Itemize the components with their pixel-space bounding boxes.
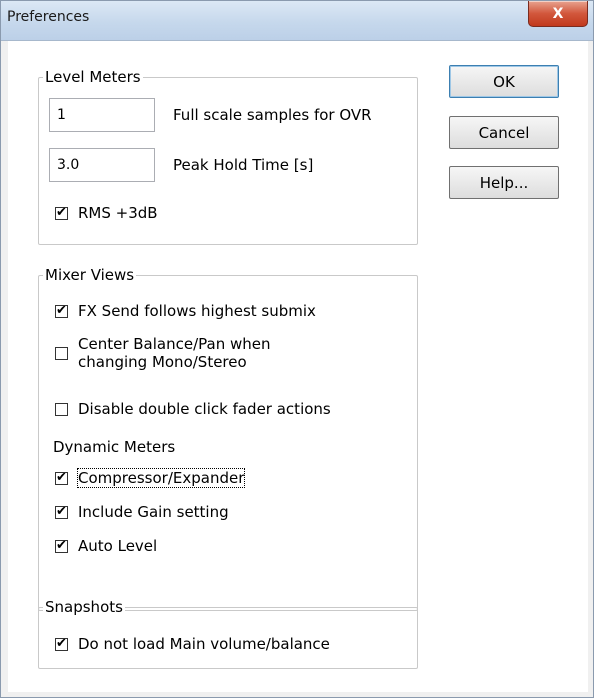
rms-3db-checkbox[interactable]: ✔ RMS +3dB — [55, 204, 158, 222]
auto-level-checkbox[interactable]: ✔ Auto Level — [55, 537, 157, 555]
compressor-expander-checkbox[interactable]: ✔ Compressor/Expander — [55, 468, 246, 488]
fx-send-label: FX Send follows highest submix — [78, 302, 316, 320]
center-balance-label: Center Balance/Pan when changing Mono/St… — [78, 335, 270, 371]
rms-checkbox-box[interactable]: ✔ — [55, 205, 68, 220]
close-button[interactable]: X — [528, 1, 588, 27]
close-icon: X — [552, 5, 564, 22]
ok-button[interactable]: OK — [449, 65, 559, 98]
do-not-load-checkbox-box[interactable]: ✔ — [55, 636, 68, 651]
center-balance-checkbox[interactable]: Center Balance/Pan when changing Mono/St… — [55, 335, 270, 371]
mixer-views-group: Mixer Views ✔ FX Send follows highest su… — [38, 266, 418, 611]
check-icon: ✔ — [56, 470, 67, 485]
disable-double-click-checkbox-box[interactable] — [55, 403, 68, 416]
fx-send-checkbox-box[interactable]: ✔ — [55, 303, 68, 318]
include-gain-checkbox-box[interactable]: ✔ — [55, 504, 68, 519]
snapshots-group: Snapshots ✔ Do not load Main volume/bala… — [38, 598, 418, 669]
peak-hold-time-input[interactable] — [49, 148, 155, 182]
level-meters-group: Level Meters Full scale samples for OVR … — [38, 68, 418, 245]
dialog-content: Level Meters Full scale samples for OVR … — [8, 41, 588, 692]
do-not-load-label: Do not load Main volume/balance — [78, 635, 330, 653]
check-icon: ✔ — [56, 504, 67, 519]
include-gain-label: Include Gain setting — [78, 503, 229, 521]
ovr-samples-label: Full scale samples for OVR — [173, 106, 372, 124]
auto-level-label: Auto Level — [78, 537, 158, 555]
cancel-button[interactable]: Cancel — [449, 116, 559, 149]
dynamic-meters-label: Dynamic Meters — [53, 438, 176, 456]
window-title: Preferences — [7, 9, 90, 25]
disable-double-click-checkbox[interactable]: Disable double click fader actions — [55, 400, 331, 418]
auto-level-checkbox-box[interactable]: ✔ — [55, 538, 68, 553]
center-balance-label-line2: changing Mono/Stereo — [78, 353, 247, 371]
ovr-samples-input[interactable] — [49, 98, 155, 132]
center-balance-checkbox-box[interactable] — [55, 347, 68, 360]
level-meters-legend: Level Meters — [43, 68, 143, 86]
peak-hold-time-label: Peak Hold Time [s] — [173, 156, 314, 174]
check-icon: ✔ — [56, 303, 67, 318]
mixer-views-legend: Mixer Views — [43, 266, 137, 284]
disable-double-click-label: Disable double click fader actions — [78, 400, 331, 418]
rms-checkbox-label: RMS +3dB — [78, 204, 158, 222]
title-bar[interactable]: Preferences X — [1, 1, 593, 41]
snapshots-legend: Snapshots — [43, 598, 125, 616]
do-not-load-main-volume-checkbox[interactable]: ✔ Do not load Main volume/balance — [55, 635, 330, 653]
check-icon: ✔ — [56, 636, 67, 651]
help-button[interactable]: Help... — [449, 166, 559, 199]
center-balance-label-line1: Center Balance/Pan when — [78, 335, 271, 353]
preferences-dialog: Preferences X Level Meters Full scale sa… — [0, 0, 594, 698]
compressor-checkbox-box[interactable]: ✔ — [55, 470, 68, 485]
include-gain-checkbox[interactable]: ✔ Include Gain setting — [55, 503, 229, 521]
fx-send-checkbox[interactable]: ✔ FX Send follows highest submix — [55, 302, 316, 320]
check-icon: ✔ — [56, 538, 67, 553]
compressor-expander-label: Compressor/Expander — [76, 468, 246, 488]
check-icon: ✔ — [56, 205, 67, 220]
